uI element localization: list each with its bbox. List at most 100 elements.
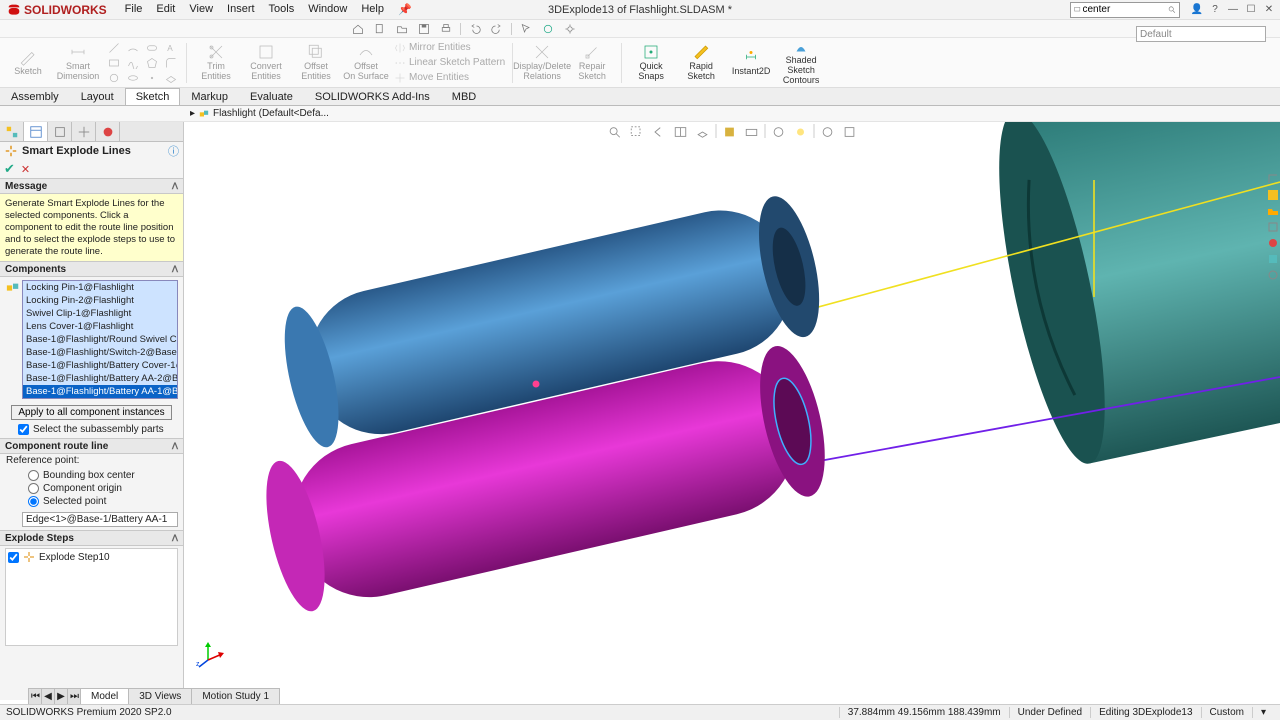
route-line-header[interactable]: Component route lineᐱ (0, 438, 183, 454)
shaded-contours-button[interactable]: Shaded Sketch Contours (777, 40, 825, 86)
poly-icon[interactable] (144, 56, 160, 70)
mirror-button[interactable]: Mirror Entities (392, 41, 507, 55)
property-tab-icon[interactable] (24, 122, 48, 141)
ref-selected-point[interactable]: Selected point (28, 495, 175, 508)
offset-surf-button[interactable]: Offset On Surface (342, 40, 390, 86)
text-icon[interactable]: A (163, 41, 179, 55)
list-item[interactable]: Base-1@Flashlight/Battery AA-1@Base (23, 385, 177, 398)
config-tab-icon[interactable] (48, 122, 72, 141)
plane-icon[interactable] (163, 71, 179, 85)
view-orientation-icon[interactable] (694, 124, 712, 140)
point-icon[interactable] (144, 71, 160, 85)
menu-insert[interactable]: Insert (221, 1, 261, 18)
menu-tools[interactable]: Tools (263, 1, 301, 18)
render-tools-icon[interactable] (841, 124, 859, 140)
rect-icon[interactable] (106, 56, 122, 70)
apply-all-button[interactable]: Apply to all component instances (11, 405, 171, 420)
new-icon[interactable] (372, 22, 388, 36)
file-explorer-icon[interactable] (1266, 204, 1280, 218)
tab-mbd[interactable]: MBD (441, 88, 487, 105)
search-input[interactable] (1083, 4, 1168, 15)
tab-nav-first-icon[interactable]: ⏮ (28, 688, 42, 704)
explode-steps-list[interactable]: Explode Step10 (5, 548, 178, 646)
convert-button[interactable]: Convert Entities (242, 40, 290, 86)
ref-bounding-box[interactable]: Bounding box center (28, 469, 175, 482)
message-header[interactable]: Messageᐱ (0, 178, 183, 194)
minimize-icon[interactable]: — (1226, 3, 1240, 17)
list-item[interactable]: Base-1@Flashlight/Battery AA-2@Base (23, 372, 177, 385)
help-icon[interactable]: ? (1208, 3, 1222, 17)
menu-view[interactable]: View (183, 1, 219, 18)
list-item[interactable]: Locking Pin-1@Flashlight (23, 281, 177, 294)
view-settings-icon[interactable] (819, 124, 837, 140)
view-palette-icon[interactable] (1266, 220, 1280, 234)
list-item[interactable]: Base-1@Flashlight/Round Swivel Cap (23, 333, 177, 346)
offset-ent-button[interactable]: Offset Entities (292, 40, 340, 86)
spline-icon[interactable] (125, 56, 141, 70)
tab-markup[interactable]: Markup (180, 88, 239, 105)
redo-icon[interactable] (489, 22, 505, 36)
tab-layout[interactable]: Layout (70, 88, 125, 105)
custom-props-icon[interactable] (1266, 252, 1280, 266)
tab-nav-prev-icon[interactable]: ◀ (41, 688, 55, 704)
cancel-button[interactable]: ✕ (21, 163, 30, 176)
status-unit-icon[interactable]: ▾ (1252, 707, 1274, 718)
trim-button[interactable]: Trim Entities (192, 40, 240, 86)
line-icon[interactable] (106, 41, 122, 55)
graphics-viewport[interactable]: ▭ ▭ ▭ ✕ (184, 122, 1280, 700)
forum-icon[interactable] (1266, 268, 1280, 282)
tab-evaluate[interactable]: Evaluate (239, 88, 304, 105)
open-icon[interactable] (394, 22, 410, 36)
breadcrumb-chevron-icon[interactable]: ▸ (190, 108, 195, 119)
component-list[interactable]: Locking Pin-1@Flashlight Locking Pin-2@F… (22, 280, 178, 399)
apply-scene-icon[interactable] (792, 124, 810, 140)
display-relations-button[interactable]: Display/Delete Relations (518, 40, 566, 86)
tab-nav-next-icon[interactable]: ▶ (54, 688, 68, 704)
resources-icon[interactable] (1266, 172, 1280, 186)
edge-selection-box[interactable]: Edge<1>@Base-1/Battery AA-1 (22, 512, 178, 527)
instant2d-button[interactable]: Instant2D (727, 40, 775, 86)
linear-pattern-button[interactable]: Linear Sketch Pattern (392, 56, 507, 70)
ref-component-origin[interactable]: Component origin (28, 482, 175, 495)
orientation-triad[interactable]: z (196, 640, 226, 670)
menu-file[interactable]: File (119, 1, 149, 18)
display-style-icon[interactable] (721, 124, 739, 140)
options-icon[interactable] (562, 22, 578, 36)
section-view-icon[interactable] (672, 124, 690, 140)
menu-pin-icon[interactable]: 📌 (392, 1, 418, 18)
rebuild-icon[interactable] (540, 22, 556, 36)
explode-steps-header[interactable]: Explode Stepsᐱ (0, 530, 183, 546)
maximize-icon[interactable]: ☐ (1244, 3, 1258, 17)
list-item[interactable]: Base-1@Flashlight/Switch-2@Base (23, 346, 177, 359)
breadcrumb-text[interactable]: Flashlight (Default<Defa... (213, 108, 329, 119)
arc-icon[interactable] (125, 41, 141, 55)
tab-model[interactable]: Model (80, 688, 129, 704)
tab-sketch[interactable]: Sketch (125, 88, 181, 105)
ellipse-icon[interactable] (125, 71, 141, 85)
zoom-area-icon[interactable] (628, 124, 646, 140)
prev-view-icon[interactable] (650, 124, 668, 140)
menu-edit[interactable]: Edit (150, 1, 181, 18)
home-icon[interactable] (350, 22, 366, 36)
select-icon[interactable] (518, 22, 534, 36)
smart-dimension-button[interactable]: Smart Dimension (54, 40, 102, 86)
undo-icon[interactable] (467, 22, 483, 36)
list-item[interactable]: Swivel Clip-1@Flashlight (23, 307, 177, 320)
command-search[interactable] (1070, 2, 1180, 18)
explode-step-item[interactable]: Explode Step10 (8, 551, 175, 563)
appearances-icon[interactable] (1266, 236, 1280, 250)
config-combo[interactable]: Default (1136, 26, 1266, 42)
zoom-fit-icon[interactable] (606, 124, 624, 140)
sketch-button[interactable]: Sketch (4, 40, 52, 86)
slot-icon[interactable] (144, 41, 160, 55)
select-subassembly-checkbox[interactable]: Select the subassembly parts (0, 423, 183, 438)
tab-3d-views[interactable]: 3D Views (128, 688, 192, 704)
list-item[interactable]: Base-1@Flashlight/Battery Cover-1@B (23, 359, 177, 372)
components-header[interactable]: Componentsᐱ (0, 261, 183, 277)
edit-appearance-icon[interactable] (770, 124, 788, 140)
appearance-tab-icon[interactable] (96, 122, 120, 141)
design-lib-icon[interactable] (1266, 188, 1280, 202)
circle-icon[interactable] (106, 71, 122, 85)
hide-show-icon[interactable] (743, 124, 761, 140)
list-item[interactable]: Locking Pin-2@Flashlight (23, 294, 177, 307)
